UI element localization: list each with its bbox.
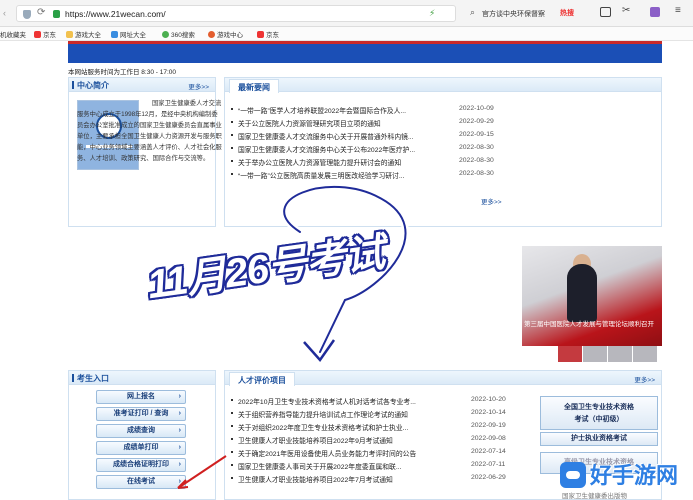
news-item[interactable]: “一带一路”公立医院高质量发展三明医改经验学习研讨... 2022-08-30	[231, 169, 651, 182]
scissors-icon[interactable]: ✂	[622, 5, 630, 16]
news-more-link[interactable]: 更多>>	[481, 196, 502, 206]
intro-panel-header: 中心简介 更多>>	[69, 78, 215, 92]
menu-icon[interactable]: ≡	[675, 5, 681, 16]
refresh-icon[interactable]: ⟳	[37, 7, 45, 18]
talent-item[interactable]: 卫生健康人才职业技能培养项目2022年7月考试通知 2022-06-29	[231, 473, 531, 486]
globe-icon	[111, 31, 118, 38]
bookmark-favorites[interactable]: 机收藏夹	[0, 29, 26, 39]
jd-icon	[34, 31, 41, 38]
extension-icon[interactable]	[650, 7, 660, 17]
url-text: https://www.21wecan.com/	[65, 9, 166, 19]
hot-badge: 热搜	[560, 10, 574, 17]
intro-text: 国家卫生健康委人才交流服务中心成立于1998年12月，是经中央机构编制委员会办公…	[77, 100, 222, 162]
bolt-icon[interactable]: ⚡	[429, 8, 435, 19]
news-item[interactable]: 关于举办公立医院人力资源管理能力提升研讨会的通知 2022-08-30	[231, 156, 651, 169]
watermark-subtext: 国家卫生健康委出版物	[562, 493, 627, 500]
news-panel-header: 最新要闻	[225, 78, 661, 93]
news-photo-carousel[interactable]: 第三届中国医院人才发展与管理论坛顺利召开	[522, 246, 662, 346]
news-item[interactable]: “一带一路”医学人才培养联盟2022年会暨国际合作及人... 2022-10-09	[231, 104, 651, 117]
talent-item[interactable]: 卫生健康人才职业技能培养项目2022年9月考试通知 2022-09-08	[231, 434, 531, 447]
talent-item[interactable]: 2022年10月卫生专业技术资格考试人机对话考试各专业考... 2022-10-2…	[231, 395, 531, 408]
talent-list: 2022年10月卫生专业技术资格考试人机对话考试各专业考... 2022-10-2…	[231, 395, 531, 486]
speaker-figure	[567, 264, 597, 322]
talent-item[interactable]: 关于对组织2022年度卫生专业技术资格考试和护士执业... 2022-09-19	[231, 421, 531, 434]
bookmark-360-search[interactable]: 360搜索	[162, 29, 195, 39]
search-icon[interactable]: ⌕	[470, 7, 475, 18]
talent-more-link[interactable]: 更多>>	[634, 374, 655, 384]
tab-talent-evaluation[interactable]: 人才评价项目	[229, 372, 295, 386]
gamepad-icon	[560, 462, 586, 488]
arrow-head	[303, 339, 336, 363]
news-item[interactable]: 关于公立医院人力资源管理研究项目立项的通知 2022-09-29	[231, 117, 651, 130]
exam-entry-title: 考生入口	[72, 374, 109, 383]
bookmarks-bar: 机收藏夹 京东 游戏大全 网址大全 360搜索 游戏中心 京东	[0, 27, 693, 41]
exam-entry-buttons: 网上报名 准考证打印 / 查询 成绩查询 成绩单打印 成绩合格证明打印 在线考试	[96, 390, 186, 492]
news-panel: 最新要闻 “一带一路”医学人才培养联盟2022年会暨国际合作及人... 2022-…	[224, 77, 662, 227]
exam-entry-header: 考生入口	[69, 371, 215, 385]
shield-icon	[23, 10, 31, 19]
photo-caption[interactable]: 第三届中国医院人才发展与管理论坛顺利召开	[524, 320, 660, 330]
back-icon[interactable]: ‹	[3, 8, 6, 18]
jd-icon	[257, 31, 264, 38]
service-time: 本网站服务时间为工作日 8:30 - 17:00	[68, 69, 176, 76]
carousel-thumbnails[interactable]	[558, 346, 662, 366]
admission-ticket-button[interactable]: 准考证打印 / 查询	[96, 407, 186, 421]
bookmark-sites[interactable]: 网址大全	[111, 29, 146, 39]
online-registration-button[interactable]: 网上报名	[96, 390, 186, 404]
score-query-button[interactable]: 成绩查询	[96, 424, 186, 438]
professional-qualification-button[interactable]: 全国卫生专业技术资格 考试（中初级）	[540, 396, 658, 430]
address-bar[interactable]: ⟳ https://www.21wecan.com/ ⚡	[16, 5, 456, 22]
bookmark-game-center[interactable]: 游戏中心	[208, 29, 243, 39]
360-icon	[162, 31, 169, 38]
bookmark-jd-2[interactable]: 京东	[257, 29, 279, 39]
intro-panel: 中心简介 更多>> 国家卫生健康委人才交流服务中心成立于1998年12月，是经中…	[68, 77, 222, 227]
nurse-exam-button[interactable]: 护士执业资格考试	[540, 432, 658, 446]
bookmark-jd[interactable]: 京东	[34, 29, 56, 39]
folder-icon	[66, 31, 73, 38]
site-header-banner	[68, 41, 662, 63]
exam-date-overlay: 11月26号考试	[144, 230, 387, 308]
lock-icon	[53, 10, 60, 18]
game-center-icon	[208, 31, 215, 38]
search-suggestion[interactable]: 官方谈中央环保督察	[482, 9, 545, 19]
news-list: “一带一路”医学人才培养联盟2022年会暨国际合作及人... 2022-10-09…	[231, 104, 651, 182]
certificate-print-button[interactable]: 成绩合格证明打印	[96, 458, 186, 472]
tab-latest-news[interactable]: 最新要闻	[229, 79, 279, 93]
news-item[interactable]: 国家卫生健康委人才交流服务中心关于开展普通外科内镜... 2022-09-15	[231, 130, 651, 143]
watermark-text: 好手游网	[590, 463, 679, 488]
talent-panel-header: 人才评价项目 更多>>	[225, 371, 661, 386]
talent-item[interactable]: 关于组织营养指导能力提升培训试点工作理论考试的通知 2022-10-14	[231, 408, 531, 421]
reader-icon[interactable]	[600, 7, 611, 17]
talent-item[interactable]: 国家卫生健康委人事司关于开展2022年度委直属和联... 2022-07-11	[231, 460, 531, 473]
score-report-print-button[interactable]: 成绩单打印	[96, 441, 186, 455]
news-item[interactable]: 国家卫生健康委人才交流服务中心关于公布2022年医疗护... 2022-08-30	[231, 143, 651, 156]
intro-more-link[interactable]: 更多>>	[188, 81, 209, 91]
online-exam-button[interactable]: 在线考试	[96, 475, 186, 489]
watermark-logo: 好手游网 国家卫生健康委出版物	[560, 456, 693, 500]
bookmark-games[interactable]: 游戏大全	[66, 29, 101, 39]
talent-item[interactable]: 关于确定2021年医用设备使用人员业务能力考评时间的公告 2022-07-14	[231, 447, 531, 460]
intro-title: 中心简介	[72, 81, 109, 90]
browser-toolbar: ‹ ⟳ https://www.21wecan.com/ ⚡ ⌕ 官方谈中央环保…	[0, 0, 693, 27]
